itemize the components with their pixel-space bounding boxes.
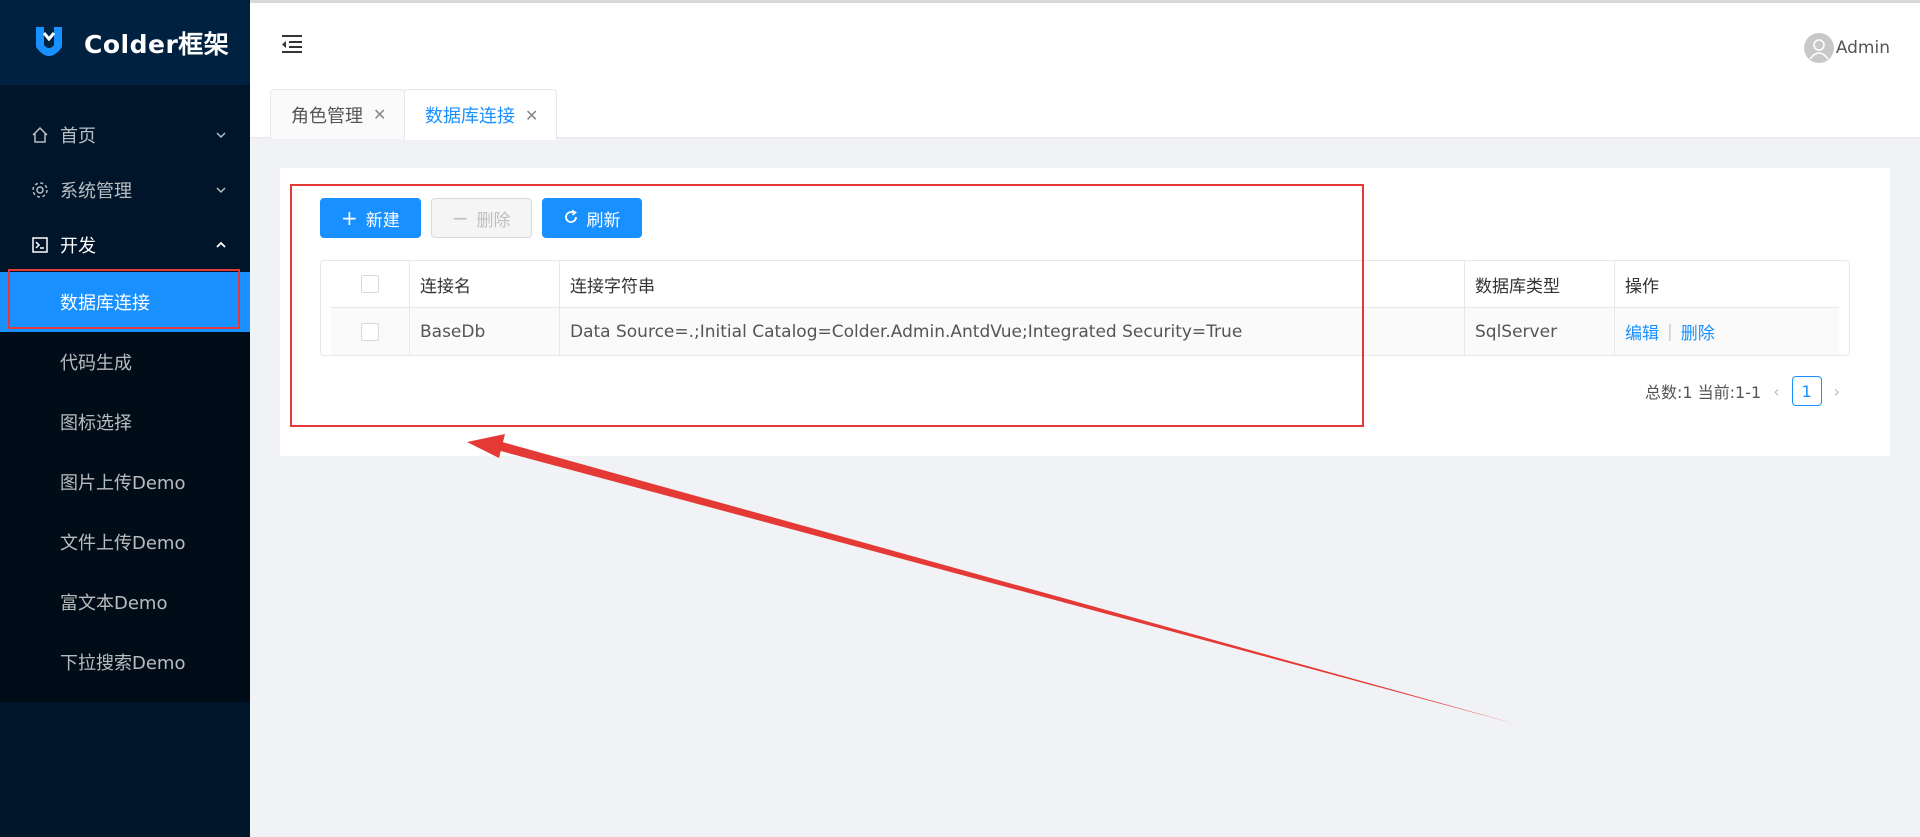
row-checkbox[interactable] xyxy=(361,322,379,341)
delete-button-label: 删除 xyxy=(476,210,511,231)
gear-icon xyxy=(30,180,50,200)
chevron-down-icon xyxy=(214,183,228,197)
close-icon[interactable]: ✕ xyxy=(373,105,386,124)
sidebar-item-label: 开发 xyxy=(60,235,96,257)
refresh-icon xyxy=(563,208,579,228)
pagination: 总数:1 当前:1-1 ‹ 1 › xyxy=(1645,376,1852,406)
column-header[interactable]: 连接名 xyxy=(410,261,560,307)
logo[interactable]: Colder框架 xyxy=(0,0,250,85)
sidebar-item-label: 文件上传Demo xyxy=(60,533,186,554)
user-menu[interactable]: Admin xyxy=(1803,33,1890,63)
select-all-cell xyxy=(331,261,410,307)
sidebar-item-image-upload[interactable]: 图片上传Demo xyxy=(0,452,250,512)
menu-fold-icon[interactable] xyxy=(280,33,304,55)
column-header: 操作 xyxy=(1625,276,1659,297)
sidebar-item-system[interactable]: 系统管理 xyxy=(0,162,250,217)
sidebar-item-label: 数据库连接 xyxy=(60,293,150,314)
sidebar-item-db-connection[interactable]: 数据库连接 xyxy=(0,269,250,332)
refresh-button[interactable]: 刷新 xyxy=(541,198,642,238)
tab-role-management[interactable]: 角色管理 ✕ xyxy=(270,89,406,139)
terminal-icon xyxy=(30,235,50,255)
chevron-left-icon[interactable]: ‹ xyxy=(1773,382,1779,401)
pagination-summary: 总数:1 当前:1-1 xyxy=(1645,383,1762,402)
edit-link[interactable]: 编辑 xyxy=(1625,319,1659,344)
tab-label: 数据库连接 xyxy=(425,106,515,127)
column-header[interactable]: 数据库类型 xyxy=(1465,261,1615,307)
sidebar-item-icon-select[interactable]: 图标选择 xyxy=(0,392,250,452)
chevron-right-icon[interactable]: › xyxy=(1834,382,1840,401)
plus-icon: + xyxy=(341,206,358,230)
delete-link[interactable]: 删除 xyxy=(1681,319,1715,344)
sidebar-item-dev[interactable]: 开发 xyxy=(0,217,250,272)
logo-icon xyxy=(36,26,62,56)
logo-text: Colder框架 xyxy=(84,29,230,59)
table-row[interactable]: BaseDb Data Source=.;Initial Catalog=Col… xyxy=(331,308,1839,355)
home-icon xyxy=(30,125,50,145)
chevron-up-icon xyxy=(214,238,228,252)
sidebar-item-select-search[interactable]: 下拉搜索Demo xyxy=(0,632,250,692)
tab-bar: 角色管理 ✕ 数据库连接 ✕ xyxy=(250,86,1920,140)
sidebar-menu: 首页 系统管理 开发 数据库连接 代码生成 图标选择 图片上传Demo 文件上传… xyxy=(0,107,250,702)
new-button-label: 新建 xyxy=(365,210,400,231)
sidebar-item-label: 图片上传Demo xyxy=(60,473,186,494)
user-icon xyxy=(1809,39,1829,60)
refresh-button-label: 刷新 xyxy=(586,210,621,231)
sidebar-item-label: 系统管理 xyxy=(60,180,132,202)
sidebar-item-file-upload[interactable]: 文件上传Demo xyxy=(0,512,250,572)
chevron-down-icon xyxy=(214,128,228,142)
tab-db-connection[interactable]: 数据库连接 ✕ xyxy=(404,89,558,140)
new-button[interactable]: + 新建 xyxy=(320,198,421,238)
sidebar-item-label: 下拉搜索Demo xyxy=(60,653,186,674)
sidebar-item-label: 图标选择 xyxy=(60,413,132,434)
action-divider: | xyxy=(1667,321,1673,342)
dev-submenu: 数据库连接 代码生成 图标选择 图片上传Demo 文件上传Demo 富文本Dem… xyxy=(0,269,250,702)
close-icon[interactable]: ✕ xyxy=(525,106,538,125)
data-table: 连接名 连接字符串 数据库类型 操作 BaseDb Data Source=.;… xyxy=(320,260,1850,356)
sidebar-item-label: 代码生成 xyxy=(60,353,132,374)
header: Admin xyxy=(250,0,1920,86)
sidebar: Colder框架 首页 系统管理 开发 数据库连接 代码生成 图标选择 图片上传… xyxy=(0,0,250,837)
column-header[interactable]: 连接字符串 xyxy=(560,261,1465,307)
table-header-row: 连接名 连接字符串 数据库类型 操作 xyxy=(331,261,1839,308)
content-card: + 新建 − 删除 刷新 连接名 连接字符串 数据库类型 操作 BaseDb D… xyxy=(280,168,1890,456)
sidebar-item-label: 首页 xyxy=(60,125,96,147)
delete-button[interactable]: − 删除 xyxy=(430,198,532,238)
toolbar: + 新建 − 删除 刷新 xyxy=(320,198,642,238)
row-select-cell xyxy=(331,308,410,355)
select-all-checkbox[interactable] xyxy=(361,275,379,293)
sidebar-item-rich-text[interactable]: 富文本Demo xyxy=(0,572,250,632)
cell-conn-string: Data Source=.;Initial Catalog=Colder.Adm… xyxy=(560,308,1465,355)
sidebar-item-code-gen[interactable]: 代码生成 xyxy=(0,332,250,392)
page-number[interactable]: 1 xyxy=(1791,376,1822,406)
minus-icon: − xyxy=(451,206,469,230)
app-root: Colder框架 首页 系统管理 开发 数据库连接 代码生成 图标选择 图片上传… xyxy=(0,0,1920,837)
tab-label: 角色管理 xyxy=(291,105,363,127)
user-name: Admin xyxy=(1835,38,1890,58)
sidebar-item-label: 富文本Demo xyxy=(60,593,168,614)
sidebar-item-home[interactable]: 首页 xyxy=(0,107,250,162)
cell-db-type: SqlServer xyxy=(1465,308,1615,355)
avatar xyxy=(1803,33,1834,63)
cell-actions: 编辑 | 删除 xyxy=(1615,308,1839,355)
cell-conn-name: BaseDb xyxy=(410,308,560,355)
